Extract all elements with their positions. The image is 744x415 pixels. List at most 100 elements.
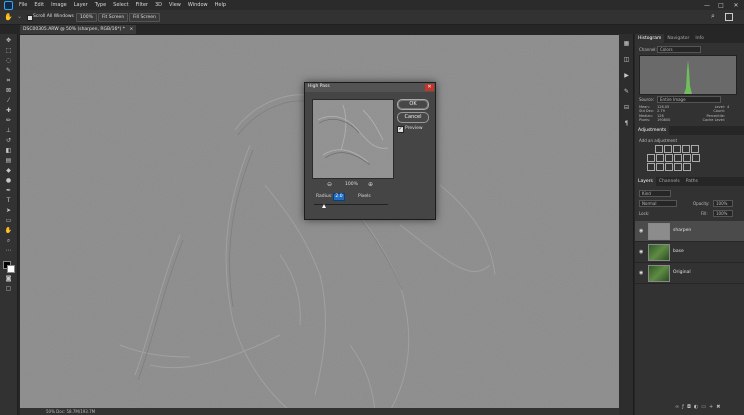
vibrance-adjust-icon[interactable] xyxy=(691,145,699,153)
properties-panel-icon[interactable]: ◫ xyxy=(622,56,631,64)
menu-image[interactable]: Image xyxy=(51,2,67,8)
fill-screen-button[interactable]: Fill Screen xyxy=(129,13,160,22)
frame-tool-icon[interactable]: ⊠ xyxy=(4,87,13,95)
channel-mixer-adjust-icon[interactable] xyxy=(683,154,691,162)
preview-checkbox[interactable]: ✓ xyxy=(397,126,404,133)
menu-filter[interactable]: Filter xyxy=(136,2,148,8)
threshold-adjust-icon[interactable] xyxy=(665,163,673,171)
hand-tool-icon[interactable]: ✋ xyxy=(4,13,13,21)
menu-window[interactable]: Window xyxy=(188,2,208,8)
color-balance-adjust-icon[interactable] xyxy=(656,154,664,162)
cancel-button[interactable]: Cancel xyxy=(397,112,429,123)
adjust-panel-icon[interactable]: ⊟ xyxy=(622,104,631,112)
dodge-tool-icon[interactable]: ● xyxy=(4,177,13,185)
zoom-in-icon[interactable]: ⊕ xyxy=(368,181,373,188)
tab-adjustments[interactable]: Adjustments xyxy=(635,126,670,135)
dialog-title-bar[interactable]: High Pass ✕ xyxy=(305,83,435,92)
maximize-button[interactable]: □ xyxy=(714,0,728,10)
new-group-icon[interactable]: ▭ xyxy=(701,404,709,410)
filter-preview[interactable] xyxy=(312,99,394,179)
brightness-adjust-icon[interactable] xyxy=(655,145,663,153)
opacity-input[interactable]: 100% xyxy=(713,200,733,207)
menu-3d[interactable]: 3D xyxy=(155,2,162,8)
layer-row-base[interactable]: ◉ base xyxy=(635,242,744,263)
type-tool-icon[interactable]: T xyxy=(4,197,13,205)
menu-view[interactable]: View xyxy=(169,2,181,8)
edit-toolbar-icon[interactable]: ⋯ xyxy=(4,247,13,255)
photoshop-logo-icon[interactable] xyxy=(4,0,13,10)
photo-filter-adjust-icon[interactable] xyxy=(674,154,682,162)
menu-edit[interactable]: Edit xyxy=(34,2,44,8)
history-brush-tool-icon[interactable]: ↺ xyxy=(4,137,13,145)
tab-layers[interactable]: Layers xyxy=(635,177,656,186)
workspace-icon[interactable] xyxy=(725,13,733,21)
menu-layer[interactable]: Layer xyxy=(74,2,88,8)
tab-channels[interactable]: Channels xyxy=(656,177,683,186)
layer-filter-kind[interactable]: Kind xyxy=(639,190,671,197)
gradient-map-adjust-icon[interactable] xyxy=(683,163,691,171)
search-icon[interactable]: ⌕ xyxy=(711,12,715,21)
eyedropper-tool-icon[interactable]: ⁄ xyxy=(4,97,13,105)
brush-tool-icon[interactable]: ✏ xyxy=(4,117,13,125)
tab-paths[interactable]: Paths xyxy=(683,177,701,186)
eraser-tool-icon[interactable]: ◧ xyxy=(4,147,13,155)
background-color-swatch[interactable] xyxy=(7,265,15,273)
layer-row-original[interactable]: ◉ Original xyxy=(635,263,744,284)
color-lookup-adjust-icon[interactable] xyxy=(692,154,700,162)
menu-type[interactable]: Type xyxy=(95,2,106,8)
source-select[interactable]: Entire Image xyxy=(657,96,721,103)
brush-panel-icon[interactable]: ✎ xyxy=(622,88,631,96)
menu-file[interactable]: File xyxy=(19,2,27,8)
move-tool-icon[interactable]: ✥ xyxy=(4,37,13,45)
levels-adjust-icon[interactable] xyxy=(664,145,672,153)
path-select-tool-icon[interactable]: ➤ xyxy=(4,207,13,215)
ok-button[interactable]: OK xyxy=(397,99,429,110)
radius-input[interactable]: 2.0 xyxy=(333,193,345,201)
black-white-adjust-icon[interactable] xyxy=(665,154,673,162)
curves-adjust-icon[interactable] xyxy=(673,145,681,153)
tab-navigator[interactable]: Navigator xyxy=(664,34,692,43)
pen-tool-icon[interactable]: ✒ xyxy=(4,187,13,195)
rectangle-tool-icon[interactable]: ▭ xyxy=(4,217,13,225)
hand-tool-icon[interactable]: ✋ xyxy=(4,227,13,235)
menu-help[interactable]: Help xyxy=(215,2,226,8)
document-tab[interactable]: DSC00305.ARW @ 50% (sharpen, RGB/16*) * … xyxy=(20,25,137,34)
lasso-tool-icon[interactable]: ◌ xyxy=(4,57,13,65)
screen-mode-icon[interactable]: ▢ xyxy=(4,285,13,293)
radius-slider-handle[interactable] xyxy=(322,204,326,208)
visibility-eye-icon[interactable]: ◉ xyxy=(639,228,643,234)
selective-color-adjust-icon[interactable] xyxy=(674,163,682,171)
crop-tool-icon[interactable]: ⌗ xyxy=(4,77,13,85)
paragraph-panel-icon[interactable]: ¶ xyxy=(622,120,631,128)
fit-screen-button[interactable]: Fit Screen xyxy=(98,13,129,22)
add-mask-icon[interactable]: ◘ xyxy=(687,404,694,410)
minimize-button[interactable]: — xyxy=(700,0,714,10)
posterize-adjust-icon[interactable] xyxy=(656,163,664,171)
blur-tool-icon[interactable]: ◆ xyxy=(4,167,13,175)
visibility-eye-icon[interactable]: ◉ xyxy=(639,249,643,255)
tool-preset-chevron-icon[interactable]: ⌄ xyxy=(17,13,22,20)
tab-histogram[interactable]: Histogram xyxy=(635,34,665,43)
zoom-100-button[interactable]: 100% xyxy=(76,13,97,22)
zoom-out-icon[interactable]: ⊖ xyxy=(327,181,332,188)
invert-adjust-icon[interactable] xyxy=(647,163,655,171)
visibility-eye-icon[interactable]: ◉ xyxy=(639,270,643,276)
close-tab-icon[interactable]: × xyxy=(129,27,133,32)
tab-info[interactable]: Info xyxy=(692,34,707,43)
quick-mask-icon[interactable]: ◙ xyxy=(4,275,13,283)
history-panel-icon[interactable]: ▦ xyxy=(622,40,631,48)
menu-select[interactable]: Select xyxy=(113,2,128,8)
actions-panel-icon[interactable]: ▶ xyxy=(622,72,631,80)
layer-row-sharpen[interactable]: ◉ sharpen xyxy=(635,221,744,242)
dialog-close-button[interactable]: ✕ xyxy=(425,84,434,91)
exposure-adjust-icon[interactable] xyxy=(682,145,690,153)
channel-select[interactable]: Colors xyxy=(657,46,701,53)
quick-select-tool-icon[interactable]: ✎ xyxy=(4,67,13,75)
blend-mode-select[interactable]: Normal xyxy=(639,200,677,207)
fill-input[interactable]: 100% xyxy=(713,210,733,217)
healing-brush-tool-icon[interactable]: ✚ xyxy=(4,107,13,115)
delete-layer-icon[interactable]: ✖ xyxy=(716,404,723,410)
zoom-tool-icon[interactable]: ⌕ xyxy=(4,237,13,245)
gradient-tool-icon[interactable]: ▤ xyxy=(4,157,13,165)
hue-sat-adjust-icon[interactable] xyxy=(647,154,655,162)
